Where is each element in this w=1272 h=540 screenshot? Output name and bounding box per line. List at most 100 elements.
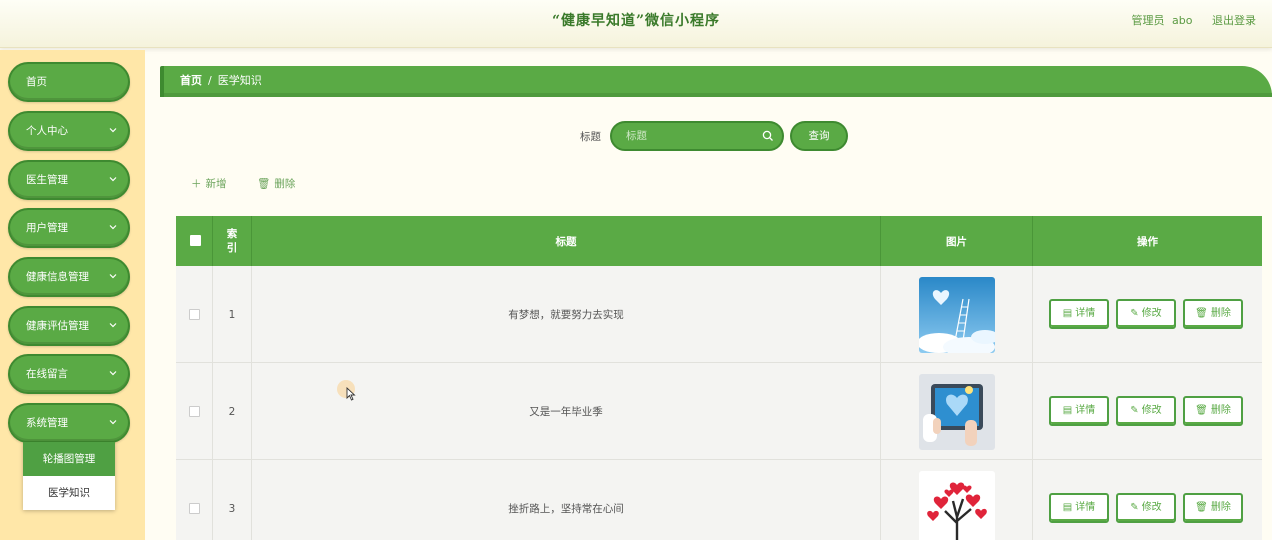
heart-tree-image	[918, 470, 995, 540]
row-thumbnail[interactable]	[918, 276, 995, 353]
delete-button[interactable]: 🗑 删除	[1183, 396, 1243, 426]
sidebar-item-system-management[interactable]: 系统管理	[8, 403, 130, 443]
edit-button[interactable]: ✎ 修改	[1116, 493, 1176, 523]
pencil-icon: ✎	[1130, 405, 1139, 416]
detail-label: 详情	[1075, 405, 1096, 416]
row-title: 挫折路上，坚持常在心间	[252, 460, 881, 540]
delete-label: 删除	[1210, 308, 1231, 319]
row-checkbox[interactable]	[188, 309, 200, 320]
search-icon	[762, 130, 773, 141]
top-header: “健康早知道”微信小程序 管理员 abo 退出登录	[0, 0, 1272, 48]
pencil-icon: ✎	[1130, 308, 1139, 319]
chevron-down-icon	[109, 128, 117, 133]
row-index: 2	[213, 363, 252, 460]
column-image: 图片	[881, 216, 1033, 266]
column-index: 索引	[213, 216, 252, 266]
chevron-down-icon	[109, 323, 117, 328]
tablet-heart-image	[918, 373, 995, 450]
table-row: 2 又是一年毕业季 ▤ 详情 ✎ 修改 🗑 删除	[176, 363, 1262, 460]
sidebar-item-label: 个人中心	[26, 125, 68, 137]
search-input[interactable]: 标题	[610, 121, 784, 151]
user-role: 管理员	[1131, 14, 1165, 27]
chevron-down-icon	[109, 225, 117, 230]
document-icon: ▤	[1062, 308, 1073, 319]
user-area: 管理员 abo 退出登录	[1128, 12, 1256, 28]
ladder-sky-image	[918, 276, 995, 353]
chevron-down-icon	[109, 371, 117, 376]
edit-label: 修改	[1141, 405, 1162, 416]
sidebar-item-label: 健康信息管理	[26, 271, 89, 283]
delete-label: 删除	[1210, 502, 1231, 513]
sidebar-item-home[interactable]: 首页	[8, 62, 130, 102]
column-title: 标题	[252, 216, 881, 266]
query-button[interactable]: 查询	[790, 121, 848, 151]
chevron-down-icon	[109, 420, 117, 425]
sidebar-item-health-info[interactable]: 健康信息管理	[8, 257, 130, 297]
row-index: 3	[213, 460, 252, 540]
table-row: 3 挫折路上，坚持常在心间 ▤ 详情 ✎ 修改 🗑 删除	[176, 460, 1262, 540]
detail-button[interactable]: ▤ 详情	[1049, 493, 1109, 523]
system-submenu: 轮播图管理 医学知识	[23, 442, 115, 510]
table-header: 索引 标题 图片 操作	[176, 216, 1262, 266]
submenu-item-carousel[interactable]: 轮播图管理	[23, 442, 115, 476]
column-actions: 操作	[1137, 235, 1158, 248]
sidebar-item-user-management[interactable]: 用户管理	[8, 208, 130, 248]
add-button[interactable]: ＋新增	[191, 176, 227, 191]
sidebar-item-label: 用户管理	[26, 222, 68, 234]
trash-icon: 🗑	[1195, 502, 1208, 513]
plus-icon: ＋	[191, 178, 202, 190]
sidebar-item-online-message[interactable]: 在线留言	[8, 354, 130, 394]
edit-label: 修改	[1141, 502, 1162, 513]
row-checkbox[interactable]	[188, 406, 200, 417]
trash-icon: 🗑	[257, 178, 271, 190]
batch-delete-button[interactable]: 🗑 删除	[257, 176, 295, 191]
logout-link[interactable]: 退出登录	[1212, 14, 1256, 27]
detail-button[interactable]: ▤ 详情	[1049, 396, 1109, 426]
row-thumbnail[interactable]	[918, 470, 995, 540]
breadcrumb-current: 医学知识	[217, 74, 262, 87]
row-title: 有梦想，就要努力去实现	[252, 266, 881, 363]
sidebar-item-label: 医生管理	[26, 174, 68, 186]
delete-label: 删除	[274, 178, 296, 190]
edit-label: 修改	[1141, 308, 1162, 319]
trash-icon: 🗑	[1195, 308, 1208, 319]
document-icon: ▤	[1062, 502, 1073, 513]
delete-label: 删除	[1210, 405, 1231, 416]
mouse-cursor-icon	[346, 387, 356, 401]
breadcrumb-separator: /	[208, 74, 212, 87]
chevron-down-icon	[109, 177, 117, 182]
sidebar-item-health-assessment[interactable]: 健康评估管理	[8, 306, 130, 346]
row-index: 1	[213, 266, 252, 363]
submenu-item-medical-knowledge[interactable]: 医学知识	[23, 476, 115, 510]
row-thumbnail[interactable]	[918, 373, 995, 450]
document-icon: ▤	[1062, 405, 1073, 416]
table-row: 1 有梦想，就要努力去实现 ▤ 详情 ✎ 修改 🗑 删除	[176, 266, 1262, 363]
sidebar-item-label: 健康评估管理	[26, 320, 89, 332]
add-label: 新增	[205, 178, 227, 190]
edit-button[interactable]: ✎ 修改	[1116, 396, 1176, 426]
sidebar-item-label: 首页	[26, 76, 47, 88]
breadcrumb: 首页 / 医学知识	[160, 66, 1272, 97]
detail-label: 详情	[1075, 502, 1096, 513]
search-label: 标题	[580, 131, 601, 143]
delete-button[interactable]: 🗑 删除	[1183, 493, 1243, 523]
delete-button[interactable]: 🗑 删除	[1183, 299, 1243, 329]
chevron-down-icon	[109, 274, 117, 279]
detail-button[interactable]: ▤ 详情	[1049, 299, 1109, 329]
sidebar-item-label: 系统管理	[26, 417, 68, 429]
sidebar-item-personal-center[interactable]: 个人中心	[8, 111, 130, 151]
app-title: “健康早知道”微信小程序	[551, 13, 721, 29]
sidebar-item-label: 在线留言	[26, 368, 68, 380]
trash-icon: 🗑	[1195, 405, 1208, 416]
row-title: 又是一年毕业季	[252, 363, 881, 460]
search-placeholder: 标题	[626, 130, 647, 142]
edit-button[interactable]: ✎ 修改	[1116, 299, 1176, 329]
row-checkbox[interactable]	[188, 503, 200, 514]
breadcrumb-home[interactable]: 首页	[180, 74, 202, 87]
pencil-icon: ✎	[1130, 502, 1139, 513]
header-select-all[interactable]	[176, 216, 213, 266]
username: abo	[1172, 14, 1193, 27]
detail-label: 详情	[1075, 308, 1096, 319]
sidebar-item-doctor-management[interactable]: 医生管理	[8, 160, 130, 200]
select-all-checkbox[interactable]	[190, 235, 201, 246]
